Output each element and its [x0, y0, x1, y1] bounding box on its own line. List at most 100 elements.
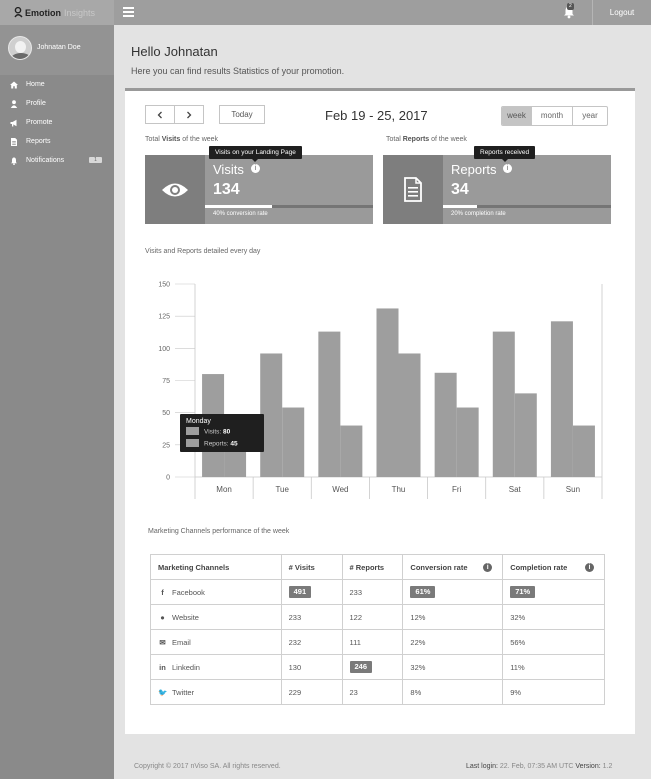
- conversion-info-icon[interactable]: i: [483, 563, 493, 572]
- visits-value: 134: [213, 181, 240, 198]
- user-profile[interactable]: Johnatan Doe: [0, 25, 114, 75]
- footer-meta: Last login: 22. Feb, 07:35 AM UTC Versio…: [466, 763, 613, 770]
- reports-cell: 122: [341, 604, 404, 630]
- bell-icon: [11, 157, 17, 165]
- marketing-channels-table: Marketing Channels # Visits # Reports Co…: [150, 554, 605, 705]
- visits-progress-bar: [205, 205, 373, 208]
- next-week-button[interactable]: [174, 105, 204, 124]
- sidebar-item-reports[interactable]: Reports: [0, 132, 114, 151]
- y-tick-label: 100: [158, 346, 170, 353]
- reports-tooltip: Reports received: [474, 146, 536, 162]
- visits-info-icon[interactable]: i: [251, 164, 260, 173]
- y-tick-label: 75: [162, 378, 170, 385]
- logout-button[interactable]: Logout: [593, 0, 651, 25]
- user-icon: [10, 99, 18, 108]
- chart-tooltip-swatch: [186, 427, 199, 435]
- sidebar-item-label: Profile: [26, 100, 46, 107]
- brand-suffix: Insights: [64, 7, 96, 18]
- highlight-badge: 71%: [510, 586, 536, 598]
- user-name: Johnatan Doe: [37, 44, 81, 51]
- bar-reports-sat: [514, 393, 537, 477]
- brand-logo[interactable]: Emotion Insights: [0, 0, 114, 25]
- visits-cell: 232: [280, 629, 343, 655]
- reports-cell: 111: [341, 629, 404, 655]
- completion-cell: 9%: [502, 679, 605, 705]
- top-bar: Emotion Insights 2 Logout: [0, 0, 651, 25]
- bar-visits-thu: [376, 308, 399, 477]
- bar-visits-sat: [492, 331, 515, 477]
- x-tick-label: Fri: [452, 485, 462, 494]
- bar-visits-sun: [550, 321, 573, 477]
- daily-bar-chart: 0 25 50 75 100 125 150 Mon Tue Wed Thu Fri Sat Sun Mon…: [158, 282, 603, 499]
- megaphone-icon: [10, 119, 17, 126]
- x-tick-label: Wed: [332, 485, 348, 494]
- chart-tooltip-title: Monday: [186, 418, 211, 425]
- sidebar-item-profile[interactable]: Profile: [0, 94, 114, 113]
- visits-total-label: Total Visits of the week: [145, 136, 219, 143]
- globe-icon: ●: [160, 612, 165, 622]
- x-tick-label: Sat: [509, 485, 522, 494]
- visits-cell: 491: [280, 579, 343, 605]
- bar-reports-fri: [456, 407, 479, 477]
- visits-cell: 229: [280, 679, 343, 705]
- conversion-cell: 12%: [402, 604, 504, 630]
- reports-total-label: Total Reports of the week: [386, 136, 467, 143]
- visits-caption: 40% conversion rate: [213, 211, 268, 217]
- sidebar-item-label: Reports: [26, 138, 51, 145]
- completion-cell: 56%: [502, 629, 605, 655]
- reports-progress-bar: [443, 205, 611, 208]
- visits-title: Visits: [213, 162, 244, 177]
- channel-cell: ✉ Email: [150, 629, 282, 655]
- today-button[interactable]: Today: [219, 105, 265, 124]
- completion-cell: 32%: [502, 604, 605, 630]
- linkedin-icon: in: [159, 662, 166, 672]
- highlight-badge: 246: [349, 661, 373, 673]
- twitter-icon: 🐦: [158, 687, 168, 697]
- reports-stat-card: Reports i 34 20% completion rate: [383, 155, 611, 224]
- chevron-right-icon: [187, 111, 192, 118]
- channel-cell: in Linkedin: [150, 654, 282, 680]
- period-month-button[interactable]: month: [532, 107, 573, 125]
- period-week-button[interactable]: week: [502, 107, 532, 125]
- bar-visits-fri: [434, 372, 457, 477]
- table-title: Marketing Channels performance of the we…: [148, 528, 290, 535]
- page-title: Hello Johnatan: [131, 44, 218, 59]
- conversion-cell: 8%: [402, 679, 504, 705]
- page-subtitle: Here you can find results Statistics of …: [131, 66, 345, 76]
- sidebar-item-promote[interactable]: Promote: [0, 113, 114, 132]
- reports-value: 34: [451, 181, 469, 198]
- bar-reports-thu: [398, 353, 421, 477]
- sidebar-item-label: Notifications: [26, 157, 65, 164]
- period-selector: week month year: [501, 106, 608, 126]
- completion-cell: 71%: [502, 579, 605, 605]
- reports-cell: 233: [341, 579, 404, 605]
- conversion-cell: 61%: [402, 579, 504, 605]
- visits-tooltip: Visits on your Landing Page: [209, 146, 302, 162]
- brand-name: Emotion: [25, 7, 61, 18]
- menu-toggle-icon[interactable]: [123, 7, 134, 17]
- bar-visits-wed: [318, 331, 341, 477]
- period-year-button[interactable]: year: [573, 107, 607, 125]
- channel-cell: f Facebook: [150, 579, 282, 605]
- notifications-count-badge: 2: [567, 3, 574, 10]
- reports-title: Reports: [451, 162, 497, 177]
- column-header-conversion: Conversion rate i: [402, 554, 504, 580]
- table-row: ✉ Email 232 111 22% 56%: [150, 629, 605, 655]
- sidebar-item-home[interactable]: Home: [0, 75, 114, 94]
- x-tick-label: Thu: [392, 485, 406, 494]
- visits-progress-fill: [205, 205, 273, 208]
- email-icon: ✉: [159, 637, 166, 647]
- document-icon: [383, 155, 443, 224]
- chart-tooltip-row: Reports: 45: [204, 441, 238, 448]
- reports-info-icon[interactable]: i: [503, 164, 512, 173]
- chevron-left-icon: [157, 111, 162, 118]
- sidebar-item-notifications[interactable]: Notifications 1: [0, 151, 114, 170]
- prev-week-button[interactable]: [145, 105, 175, 124]
- footer-copyright: Copyright © 2017 nViso SA. All rights re…: [134, 763, 281, 770]
- visits-cell: 233: [280, 604, 343, 630]
- completion-info-icon[interactable]: i: [585, 563, 594, 572]
- channel-cell: ● Website: [150, 604, 282, 630]
- x-tick-label: Sun: [566, 485, 580, 494]
- conversion-cell: 32%: [402, 654, 504, 680]
- column-header-completion: Completion rate i: [502, 554, 605, 580]
